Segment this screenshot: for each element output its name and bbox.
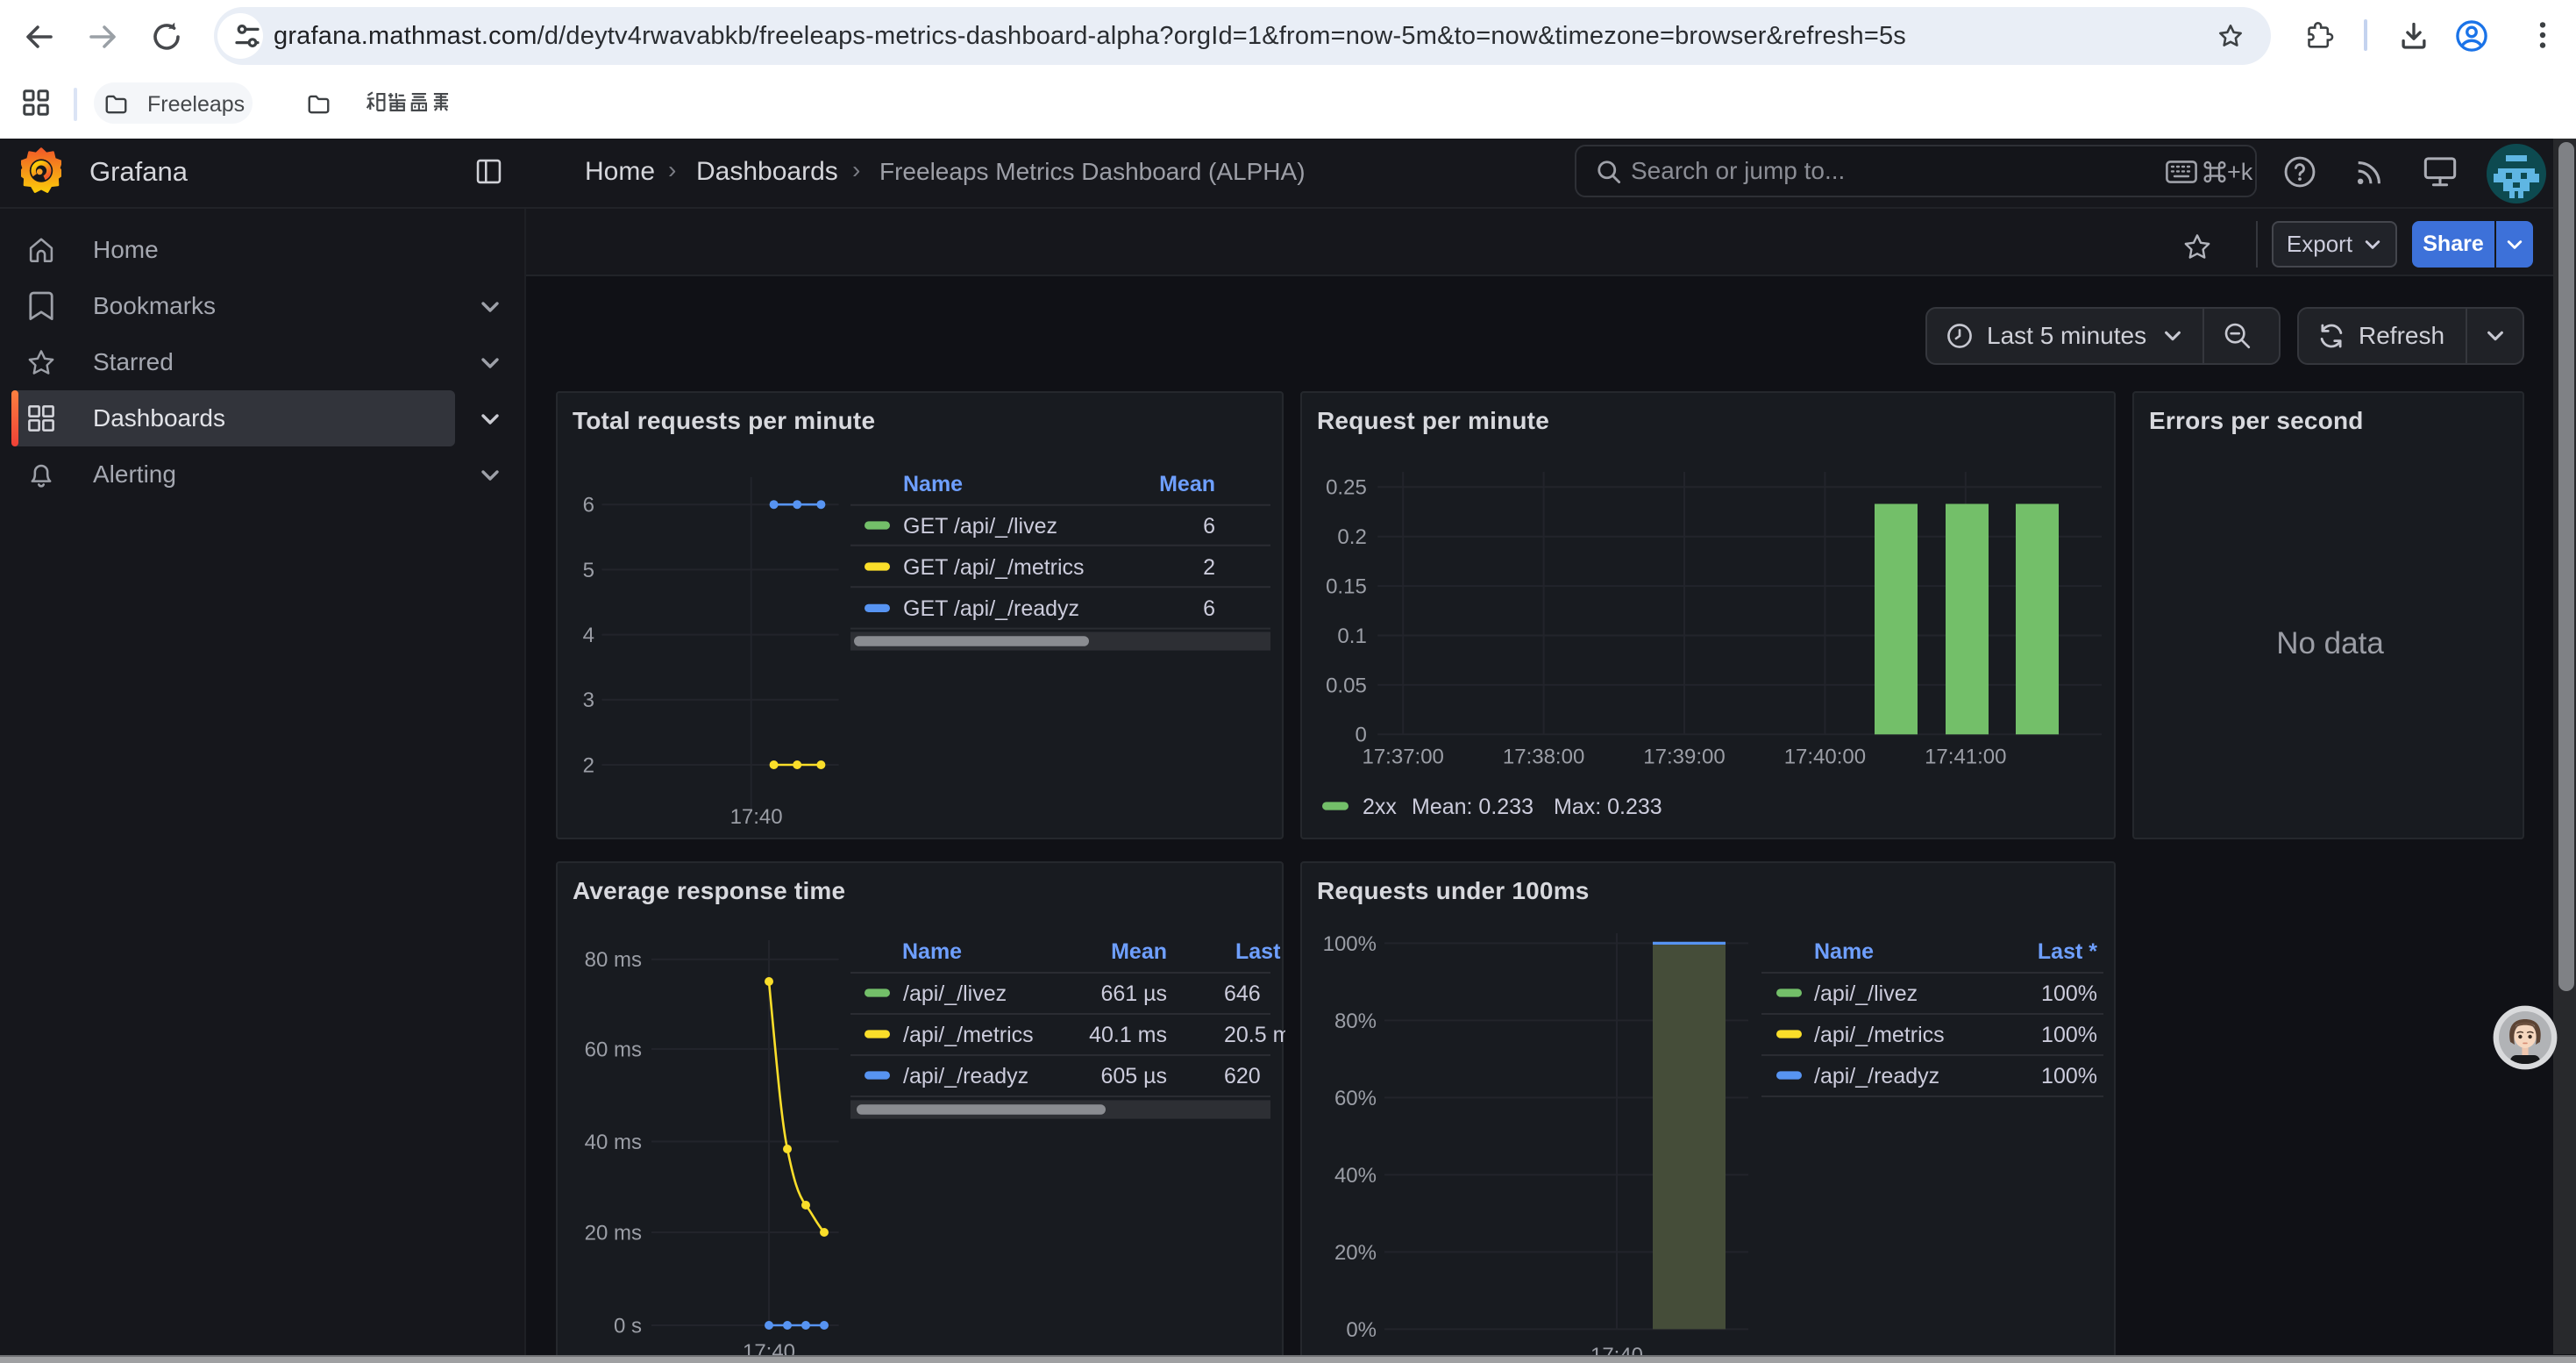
svg-text:Last *: Last * [1235,939,1285,964]
svg-text:0.25: 0.25 [1326,476,1367,500]
svg-text:6: 6 [583,494,594,517]
svg-text:Name: Name [902,939,962,964]
svg-text:/api/_/readyz: /api/_/readyz [1814,1064,1939,1088]
svg-text:0.1: 0.1 [1337,624,1366,648]
svg-text:2: 2 [583,753,594,777]
svg-text:/api/_/livez: /api/_/livez [1814,981,1918,1006]
svg-text:100%: 100% [1323,932,1377,956]
svg-text:17:39:00: 17:39:00 [1643,745,1725,768]
svg-text:0: 0 [1355,724,1366,747]
svg-text:646: 646 [1224,981,1261,1006]
svg-text:Max: 0.233: Max: 0.233 [1554,795,1662,819]
svg-text:80 ms: 80 ms [585,948,642,972]
svg-text:Mean: 0.233: Mean: 0.233 [1412,795,1534,819]
svg-text:/api/_/readyz: /api/_/readyz [903,1064,1028,1088]
svg-text:20.5 m: 20.5 m [1224,1023,1285,1047]
svg-text:60%: 60% [1334,1087,1377,1110]
svg-text:Last *: Last * [2038,939,2097,964]
svg-text:GET /api/_/metrics: GET /api/_/metrics [903,555,1085,580]
svg-text:6: 6 [1203,596,1215,621]
svg-text:40%: 40% [1334,1164,1377,1188]
svg-text:100%: 100% [2041,1064,2097,1088]
svg-text:Mean: Mean [1111,939,1167,964]
svg-text:17:38:00: 17:38:00 [1503,745,1584,768]
svg-text:17:37:00: 17:37:00 [1362,745,1443,768]
svg-text:/api/_/metrics: /api/_/metrics [1814,1023,1945,1047]
svg-text:100%: 100% [2041,981,2097,1006]
svg-text:40.1 ms: 40.1 ms [1089,1023,1167,1047]
svg-text:620: 620 [1224,1064,1261,1088]
svg-text:/api/_/livez: /api/_/livez [903,981,1007,1006]
svg-text:2: 2 [1203,555,1215,580]
svg-text:100%: 100% [2041,1023,2097,1047]
svg-text:GET /api/_/readyz: GET /api/_/readyz [903,596,1079,621]
svg-text:6: 6 [1203,514,1215,539]
svg-text:3: 3 [583,689,594,712]
svg-text:0.2: 0.2 [1337,525,1366,549]
svg-text:Name: Name [1814,939,1874,964]
svg-text:/api/_/metrics: /api/_/metrics [903,1023,1034,1047]
svg-text:5: 5 [583,559,594,582]
svg-text:40 ms: 40 ms [585,1131,642,1154]
svg-text:661 µs: 661 µs [1100,981,1167,1006]
svg-text:2xx: 2xx [1363,795,1397,819]
svg-text:80%: 80% [1334,1010,1377,1033]
svg-text:17:40:00: 17:40:00 [1784,745,1866,768]
svg-text:0 s: 0 s [614,1314,642,1338]
svg-text:20%: 20% [1334,1241,1377,1265]
svg-text:GET /api/_/livez: GET /api/_/livez [903,514,1057,539]
svg-text:4: 4 [583,624,594,647]
svg-text:17:41:00: 17:41:00 [1925,745,2006,768]
svg-text:17:40: 17:40 [730,805,783,829]
svg-text:0%: 0% [1346,1318,1377,1342]
svg-text:0.15: 0.15 [1326,575,1367,599]
svg-text:60 ms: 60 ms [585,1038,642,1061]
svg-text:Name: Name [903,472,963,496]
svg-text:0.05: 0.05 [1326,674,1367,697]
svg-text:605 µs: 605 µs [1100,1064,1167,1088]
svg-text:20 ms: 20 ms [585,1221,642,1245]
svg-text:Mean: Mean [1159,472,1215,496]
